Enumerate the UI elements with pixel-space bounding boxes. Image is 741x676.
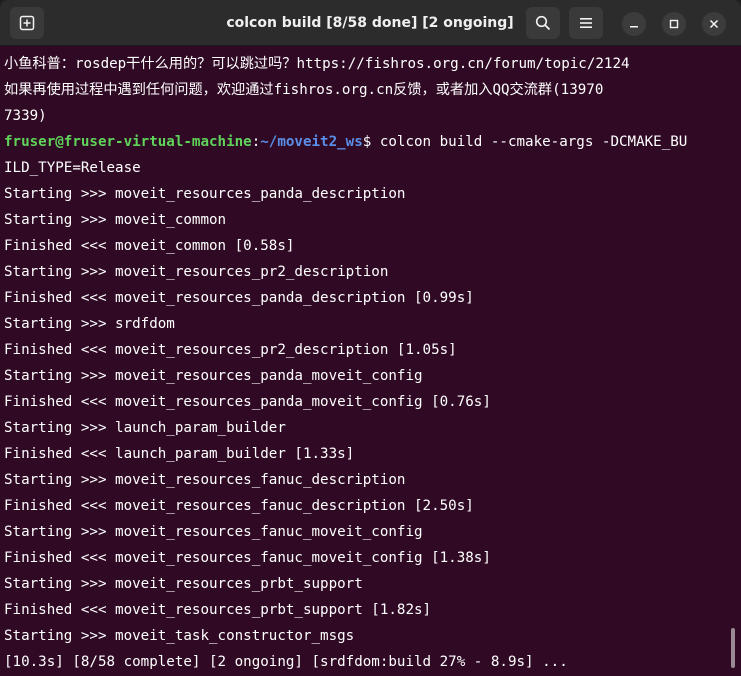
maximize-icon	[669, 19, 679, 29]
maximize-button[interactable]	[662, 12, 686, 36]
prompt-path: ~/moveit2_ws	[260, 134, 363, 150]
terminal-output[interactable]: 小鱼科普：rosdep干什么用的？可以跳过吗？https://fishros.o…	[0, 46, 741, 676]
close-icon	[709, 19, 719, 29]
output-line: Starting >>> moveit_resources_fanuc_desc…	[4, 472, 406, 488]
prompt-colon: :	[251, 134, 261, 150]
prompt-line: fruser@fruser-virtual-machine:~/moveit2_…	[4, 129, 741, 155]
intro-line: 7339)	[4, 108, 47, 124]
output-line: Starting >>> srdfdom	[4, 316, 175, 332]
terminal-window: colcon build [8/58 done] [2 ongoing] 小鱼科…	[0, 0, 741, 676]
output-line: Finished <<< moveit_resources_fanuc_desc…	[4, 498, 474, 514]
output-line: Starting >>> moveit_resources_prbt_suppo…	[4, 576, 363, 592]
output-line: Finished <<< moveit_common [0.58s]	[4, 238, 295, 254]
new-tab-button[interactable]	[10, 7, 44, 39]
output-line: Starting >>> moveit_task_constructor_msg…	[4, 628, 355, 644]
output-line: Finished <<< moveit_resources_pr2_descri…	[4, 342, 457, 358]
menu-button[interactable]	[569, 7, 603, 39]
output-line: Starting >>> moveit_common	[4, 212, 227, 228]
hamburger-menu-icon	[579, 17, 593, 29]
output-line: Finished <<< moveit_resources_prbt_suppo…	[4, 602, 432, 618]
output-line: Starting >>> moveit_resources_fanuc_move…	[4, 524, 423, 540]
command-wrap-line: ILD_TYPE=Release	[4, 160, 141, 176]
output-line: Finished <<< launch_param_builder [1.33s…	[4, 446, 355, 462]
minimize-icon	[629, 19, 639, 29]
output-line: Finished <<< moveit_resources_panda_move…	[4, 394, 491, 410]
output-line: Finished <<< moveit_resources_fanuc_move…	[4, 550, 491, 566]
output-line: Starting >>> moveit_resources_pr2_descri…	[4, 264, 389, 280]
build-status-line: [10.3s] [8/58 complete] [2 ongoing] [srd…	[4, 654, 568, 670]
search-button[interactable]	[526, 7, 560, 39]
prompt-command: $ colcon build --cmake-args -DCMAKE_BU	[362, 134, 688, 150]
minimize-button[interactable]	[622, 12, 646, 36]
output-line: Starting >>> moveit_resources_panda_desc…	[4, 186, 406, 202]
intro-line: 如果再使用过程中遇到任何问题，欢迎通过fishros.org.cn反馈，或者加入…	[4, 82, 604, 98]
close-button[interactable]	[702, 12, 726, 36]
scrollbar-thumb[interactable]	[731, 628, 735, 668]
window-title: colcon build [8/58 done] [2 ongoing]	[226, 15, 514, 31]
output-line: Finished <<< moveit_resources_panda_desc…	[4, 290, 474, 306]
search-icon	[535, 15, 551, 31]
output-line: Starting >>> launch_param_builder	[4, 420, 286, 436]
new-tab-icon	[19, 15, 35, 31]
prompt-user-host: fruser@fruser-virtual-machine	[4, 134, 252, 150]
title-bar: colcon build [8/58 done] [2 ongoing]	[0, 0, 741, 46]
intro-line: 小鱼科普：rosdep干什么用的？可以跳过吗？https://fishros.o…	[4, 56, 630, 72]
output-line: Starting >>> moveit_resources_panda_move…	[4, 368, 423, 384]
